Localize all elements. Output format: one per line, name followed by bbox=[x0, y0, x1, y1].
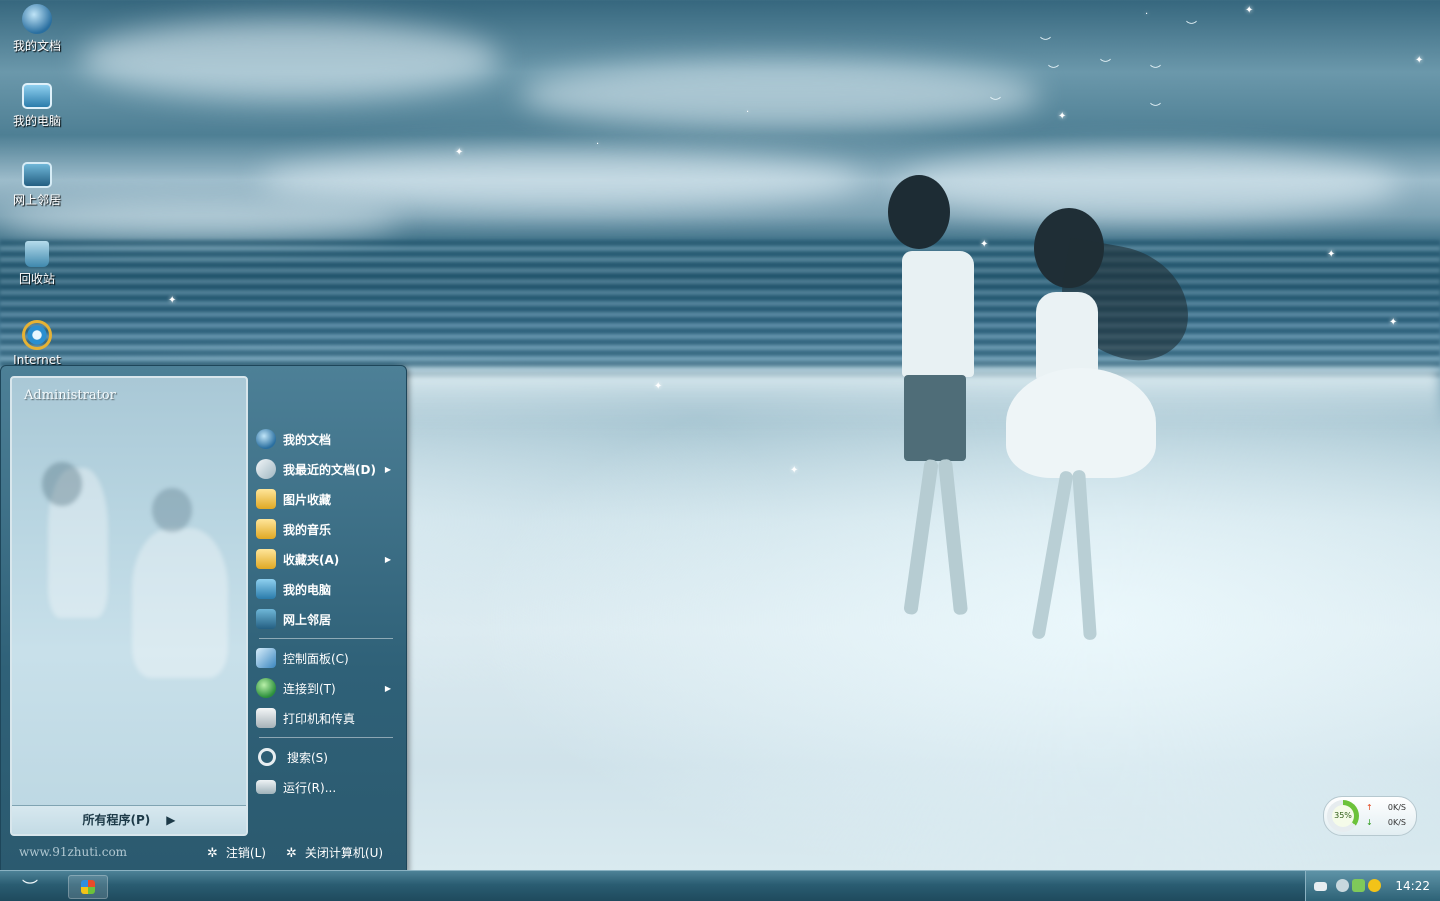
connect-to-icon bbox=[256, 678, 276, 698]
menu-item-label: 网上邻居 bbox=[283, 612, 332, 627]
system-tray: 14:22 bbox=[1305, 871, 1440, 901]
favorites-folder-icon bbox=[256, 549, 276, 569]
quick-launch-button[interactable] bbox=[68, 875, 108, 899]
boy-figure bbox=[870, 175, 1000, 635]
menu-item-pictures[interactable]: 图片收藏 bbox=[251, 484, 399, 514]
menu-item-favorites[interactable]: 收藏夹(A) ▶ bbox=[251, 544, 399, 574]
desktop-icon-my-computer[interactable]: 我的电脑 bbox=[6, 83, 68, 129]
leaf-icon: ✲ bbox=[207, 846, 218, 861]
menu-item-my-computer[interactable]: 我的电脑 bbox=[251, 574, 399, 604]
menu-divider bbox=[259, 638, 393, 639]
menu-item-label: 收藏夹(A) bbox=[283, 552, 340, 567]
all-programs-button[interactable]: 所有程序(P) ▶ bbox=[12, 805, 246, 834]
network-monitor-widget[interactable]: 35% ↑ 0K/S ↓ 0K/S bbox=[1323, 796, 1417, 836]
menu-item-label: 我的音乐 bbox=[283, 522, 332, 537]
submenu-arrow-icon: ▶ bbox=[384, 554, 391, 564]
menu-item-search[interactable]: 搜索(S) bbox=[251, 742, 399, 772]
start-button[interactable]: ︶ bbox=[0, 871, 60, 901]
my-documents-icon bbox=[256, 429, 276, 449]
keyboard-icon[interactable] bbox=[1314, 882, 1327, 891]
taskbar: ︶ 14:22 bbox=[0, 870, 1440, 901]
chevron-right-icon: ▶ bbox=[166, 813, 176, 827]
desktop-icon-label: 我的电脑 bbox=[12, 114, 61, 128]
submenu-arrow-icon: ▶ bbox=[384, 683, 391, 693]
start-menu-right-pane: 我的文档 我最近的文档(D) ▶ 图片收藏 我的音乐 收藏夹(A) ▶ 我的电脑… bbox=[251, 424, 399, 802]
menu-item-label: 搜索(S) bbox=[287, 750, 328, 765]
menu-item-network-places[interactable]: 网上邻居 bbox=[251, 604, 399, 634]
run-icon bbox=[256, 780, 276, 794]
user-name: Administrator bbox=[24, 388, 116, 403]
music-folder-icon bbox=[256, 519, 276, 539]
menu-item-label: 我最近的文档(D) bbox=[283, 462, 376, 477]
menu-item-run[interactable]: 运行(R)... bbox=[251, 772, 399, 802]
upload-row: ↑ 0K/S bbox=[1366, 803, 1412, 812]
menu-item-connect-to[interactable]: 连接到(T) ▶ bbox=[251, 673, 399, 703]
start-menu-footer: www.91zhuti.com ✲ 注销(L) ✲ 关闭计算机(U) bbox=[1, 833, 406, 871]
my-computer-icon bbox=[22, 83, 52, 109]
leaf-icon: ✲ bbox=[286, 846, 297, 861]
menu-item-music[interactable]: 我的音乐 bbox=[251, 514, 399, 544]
cpu-percent: 35% bbox=[1332, 805, 1354, 827]
arrow-down-icon: ↓ bbox=[1366, 818, 1373, 827]
desktop-icon-label: 回收站 bbox=[18, 272, 55, 286]
menu-item-label: 运行(R)... bbox=[283, 780, 337, 795]
menu-item-my-documents[interactable]: 我的文档 bbox=[251, 424, 399, 454]
start-menu-left-pane: Administrator 所有程序(P) ▶ bbox=[10, 376, 248, 836]
clock[interactable]: 14:22 bbox=[1395, 879, 1430, 893]
menu-item-label: 我的电脑 bbox=[283, 582, 332, 597]
desktop-icon-network-places[interactable]: 网上邻居 bbox=[6, 162, 68, 208]
menu-divider bbox=[259, 737, 393, 738]
logoff-label: 注销(L) bbox=[225, 846, 266, 860]
site-url: www.91zhuti.com bbox=[19, 845, 128, 859]
my-documents-icon bbox=[22, 4, 52, 34]
recycle-bin-icon bbox=[25, 241, 49, 267]
network-places-icon bbox=[256, 609, 276, 629]
arrow-up-icon: ↑ bbox=[1366, 803, 1373, 812]
menu-item-label: 我的文档 bbox=[283, 432, 332, 447]
submenu-arrow-icon: ▶ bbox=[384, 464, 391, 474]
desktop-icon-my-documents[interactable]: 我的文档 bbox=[6, 4, 68, 54]
menu-item-label: 连接到(T) bbox=[283, 681, 336, 696]
all-programs-label: 所有程序(P) bbox=[82, 813, 151, 827]
seagull-icon: ︶ bbox=[21, 878, 38, 897]
search-icon bbox=[258, 748, 276, 766]
download-row: ↓ 0K/S bbox=[1366, 818, 1412, 827]
menu-item-control-panel[interactable]: 控制面板(C) bbox=[251, 643, 399, 673]
update-icon[interactable] bbox=[1368, 879, 1381, 892]
control-panel-icon bbox=[256, 648, 276, 668]
printer-icon bbox=[256, 708, 276, 728]
start-menu: Administrator 所有程序(P) ▶ 我的文档 我最近的文档(D) ▶ … bbox=[0, 365, 407, 872]
menu-item-label: 打印机和传真 bbox=[283, 711, 356, 726]
network-places-icon bbox=[22, 162, 52, 188]
desktop-icon-label: 我的文档 bbox=[12, 39, 61, 53]
shutdown-button[interactable]: ✲ 关闭计算机(U) bbox=[286, 844, 383, 861]
upload-speed: 0K/S bbox=[1387, 803, 1406, 812]
download-speed: 0K/S bbox=[1387, 818, 1406, 827]
menu-item-recent-documents[interactable]: 我最近的文档(D) ▶ bbox=[251, 454, 399, 484]
desktop-icon-recycle-bin[interactable]: 回收站 bbox=[6, 241, 68, 287]
logoff-button[interactable]: ✲ 注销(L) bbox=[207, 844, 266, 861]
menu-item-printers[interactable]: 打印机和传真 bbox=[251, 703, 399, 733]
windows-logo-icon bbox=[81, 880, 95, 894]
menu-item-label: 控制面板(C) bbox=[283, 651, 349, 666]
recent-documents-icon bbox=[256, 459, 276, 479]
security-icon[interactable] bbox=[1352, 879, 1365, 892]
internet-explorer-icon bbox=[22, 320, 52, 350]
cpu-gauge: 35% bbox=[1327, 800, 1359, 832]
shutdown-label: 关闭计算机(U) bbox=[304, 846, 384, 860]
menu-item-label: 图片收藏 bbox=[283, 492, 332, 507]
network-icon[interactable] bbox=[1336, 879, 1349, 892]
my-computer-icon bbox=[256, 579, 276, 599]
desktop-icon-internet[interactable]: Internet bbox=[6, 320, 68, 367]
pictures-folder-icon bbox=[256, 489, 276, 509]
girl-figure bbox=[1000, 208, 1200, 658]
desktop-icon-label: 网上邻居 bbox=[12, 193, 61, 207]
